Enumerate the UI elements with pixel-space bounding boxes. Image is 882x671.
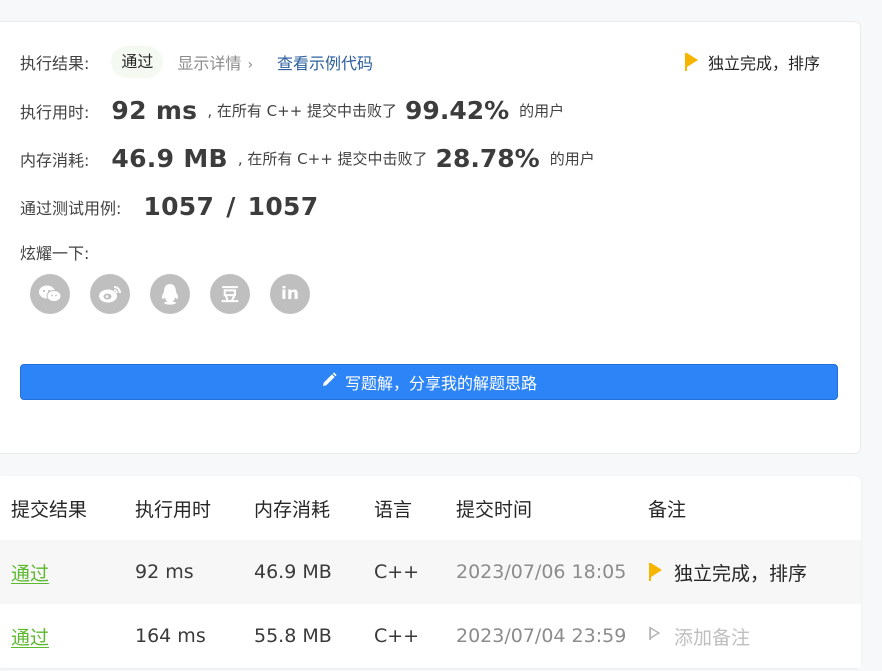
header-language: 语言 <box>374 498 413 521</box>
memory-cell: 46.9 MB <box>254 561 332 583</box>
memory-beat-text: , 在所有 C++ 提交中击败了 <box>237 150 428 168</box>
note-text: 独立完成，排序 <box>674 562 808 585</box>
flag-icon <box>684 51 700 73</box>
language-cell: C++ <box>374 625 420 647</box>
header-note: 备注 <box>648 498 687 521</box>
flag-outline-icon <box>648 625 664 647</box>
table-row[interactable]: 通过 164 ms 55.8 MB C++ 2023/07/04 23:59 添… <box>0 604 861 668</box>
table-row[interactable]: 通过 92 ms 46.9 MB C++ 2023/07/06 18:05 独立… <box>0 540 861 604</box>
header-time: 提交时间 <box>456 498 533 521</box>
linkedin-icon[interactable]: in <box>270 274 310 314</box>
memory-row: 内存消耗: 46.9 MB , 在所有 C++ 提交中击败了 28.78% 的用… <box>20 144 595 173</box>
share-icons: 豆 in <box>30 274 310 314</box>
runtime-cell: 164 ms <box>135 625 206 647</box>
runtime-suffix: 的用户 <box>519 102 565 120</box>
header-memory: 内存消耗 <box>254 498 331 521</box>
result-label: 执行结果: <box>20 54 90 73</box>
douban-icon[interactable]: 豆 <box>210 274 250 314</box>
runtime-percent: 99.42% <box>405 96 510 125</box>
show-details-link[interactable]: 显示详情 › <box>177 50 253 74</box>
view-example-code-link[interactable]: 查看示例代码 <box>277 50 373 74</box>
runtime-value: 92 ms <box>111 96 198 125</box>
qq-icon[interactable] <box>150 274 190 314</box>
show-details-label: 显示详情 <box>177 54 242 73</box>
add-note-label: 添加备注 <box>674 626 751 649</box>
memory-suffix: 的用户 <box>549 150 595 168</box>
write-solution-button[interactable]: 写题解，分享我的解题思路 <box>20 364 838 400</box>
runtime-row: 执行用时: 92 ms , 在所有 C++ 提交中击败了 99.42% 的用户 <box>20 96 564 125</box>
memory-percent: 28.78% <box>435 144 540 173</box>
share-row: 炫耀一下: <box>20 240 89 264</box>
flag-icon <box>648 561 664 583</box>
header-runtime: 执行用时 <box>135 498 212 521</box>
header-status: 提交结果 <box>11 498 88 521</box>
write-solution-label: 写题解，分享我的解题思路 <box>344 374 537 393</box>
time-cell: 2023/07/04 23:59 <box>456 625 627 647</box>
testcases-value: 1057/1057 <box>143 192 319 221</box>
testcases-label: 通过测试用例: <box>20 198 122 218</box>
chevron-right-icon: › <box>247 57 254 73</box>
time-cell: 2023/07/06 18:05 <box>456 561 627 583</box>
status-badge: 通过 <box>111 46 164 78</box>
note-cell[interactable]: 独立完成，排序 <box>648 559 807 586</box>
memory-label: 内存消耗: <box>20 150 90 170</box>
add-note-button[interactable]: 添加备注 <box>648 623 750 650</box>
language-cell: C++ <box>374 561 420 583</box>
pencil-icon <box>321 372 337 392</box>
memory-value: 46.9 MB <box>111 144 228 173</box>
share-label: 炫耀一下: <box>20 244 90 263</box>
note-text: 独立完成，排序 <box>707 54 820 73</box>
result-row: 执行结果: 通过 显示详情 › 查看示例代码 <box>20 46 373 78</box>
note-button[interactable]: 独立完成，排序 <box>684 50 820 74</box>
memory-cell: 55.8 MB <box>254 625 332 647</box>
result-card: 执行结果: 通过 显示详情 › 查看示例代码 独立完成，排序 执行用时: 92 m… <box>0 21 861 454</box>
wechat-icon[interactable] <box>30 274 70 314</box>
runtime-cell: 92 ms <box>135 561 194 583</box>
status-link[interactable]: 通过 <box>11 623 49 650</box>
weibo-icon[interactable] <box>90 274 130 314</box>
status-link[interactable]: 通过 <box>11 559 49 586</box>
runtime-label: 执行用时: <box>20 102 90 122</box>
table-header: 提交结果 执行用时 内存消耗 语言 提交时间 备注 <box>0 476 861 540</box>
testcases-row: 通过测试用例: 1057/1057 <box>20 192 318 221</box>
runtime-beat-text: , 在所有 C++ 提交中击败了 <box>207 102 398 120</box>
submissions-table: 提交结果 执行用时 内存消耗 语言 提交时间 备注 通过 92 ms 46.9 … <box>0 476 861 668</box>
